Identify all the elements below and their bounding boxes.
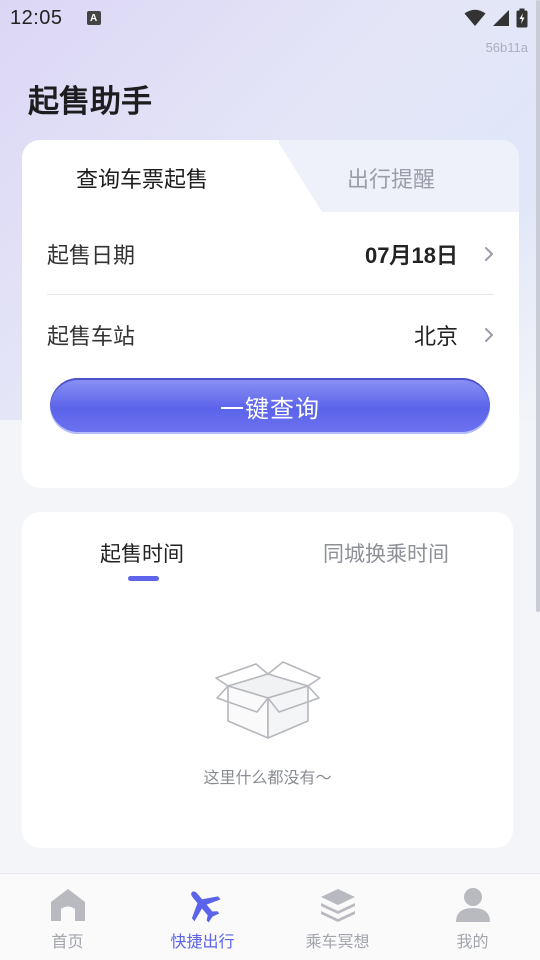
query-card: 查询车票起售 出行提醒 起售日期 07月18日 起售车站 北京 一键查询: [22, 140, 519, 488]
active-tab-indicator: [128, 576, 159, 581]
nav-label-mine: 我的: [456, 932, 489, 951]
tab-transfer-time[interactable]: 同城换乘时间: [323, 538, 449, 568]
signal-icon: [493, 10, 509, 26]
battery-icon: [516, 8, 528, 28]
tab-query-ticket-sale[interactable]: 查询车票起售: [76, 162, 208, 194]
chevron-right-icon: [472, 246, 494, 262]
nav-item-meditation[interactable]: 乘车冥想: [270, 874, 405, 960]
sale-station-row[interactable]: 起售车站 北京: [47, 295, 494, 375]
result-card: 起售时间 同城换乘时间 这里什么都没有～: [22, 512, 513, 848]
sale-date-label: 起售日期: [47, 244, 136, 269]
chevron-right-icon: [472, 327, 494, 343]
nav-item-mine[interactable]: 我的: [405, 874, 540, 960]
sale-date-row[interactable]: 起售日期 07月18日: [47, 214, 494, 294]
query-tabs: 查询车票起售 出行提醒: [22, 140, 519, 212]
scrollbar[interactable]: [536, 0, 540, 612]
empty-box-icon: [213, 656, 323, 750]
build-tag: 56b11a: [485, 40, 528, 55]
wifi-icon: [464, 9, 486, 26]
status-time: 12:05: [10, 6, 63, 29]
empty-state-text: 这里什么都没有～: [203, 768, 332, 787]
tab-travel-reminder[interactable]: 出行提醒: [347, 162, 435, 194]
status-icons: [464, 8, 528, 28]
sale-date-value: 07月18日: [365, 243, 458, 268]
a-icon: A: [86, 11, 101, 25]
sale-station-label: 起售车站: [47, 325, 136, 350]
nav-label-home: 首页: [51, 932, 84, 951]
sale-station-value: 北京: [413, 325, 458, 350]
layers-icon: [320, 889, 355, 922]
nav-item-quick-travel[interactable]: 快捷出行: [135, 874, 270, 960]
bottom-nav: 首页 快捷出行 乘车冥想 我的: [0, 873, 540, 960]
home-icon: [50, 889, 85, 921]
nav-label-meditation: 乘车冥想: [305, 932, 370, 951]
user-icon: [455, 888, 490, 922]
one-click-query-button[interactable]: 一键查询: [50, 378, 490, 434]
nav-item-home[interactable]: 首页: [0, 874, 135, 960]
page-title: 起售助手: [28, 84, 152, 120]
tab-sale-time[interactable]: 起售时间: [100, 538, 184, 568]
airplane-icon: [190, 891, 221, 923]
nav-label-quick-travel: 快捷出行: [170, 932, 235, 951]
status-bar: 12:05 A: [0, 0, 540, 36]
